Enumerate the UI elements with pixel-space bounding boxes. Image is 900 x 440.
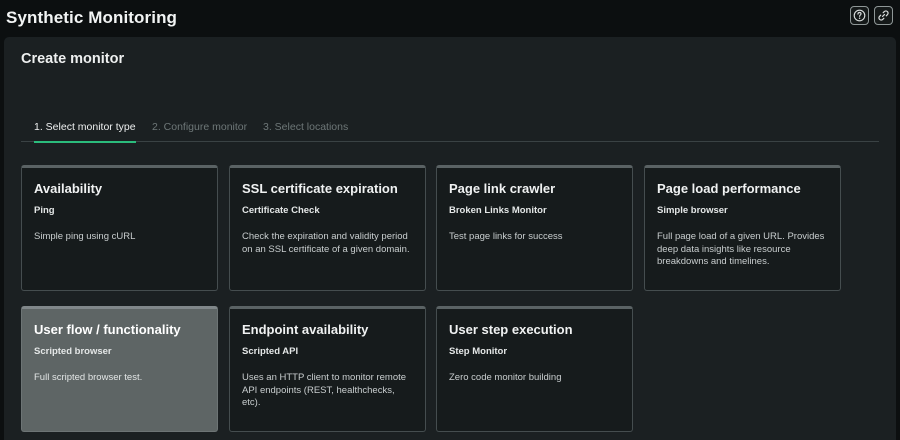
app-title: Synthetic Monitoring (6, 8, 178, 27)
monitor-type-card-availability[interactable]: Availability Ping Simple ping using cURL (21, 165, 218, 291)
card-title: User step execution (449, 322, 573, 337)
chain-link-icon (878, 10, 889, 21)
card-description: Test page links for success (449, 231, 563, 242)
create-monitor-panel: Create monitor 1. Select monitor type 2.… (4, 37, 896, 440)
monitor-type-card-ssl-certificate[interactable]: SSL certificate expiration Certificate C… (229, 165, 426, 291)
card-subtitle: Simple browser (657, 205, 728, 216)
card-subtitle: Certificate Check (242, 205, 320, 216)
card-title: Availability (34, 181, 103, 196)
card-description: Full page load of a given URL. Provides … (657, 231, 825, 267)
card-title: Page link crawler (449, 181, 556, 196)
help-circle-icon (853, 9, 866, 22)
card-description: Check the expiration and validity period… (242, 231, 410, 255)
card-subtitle: Step Monitor (449, 346, 508, 357)
step-configure-monitor[interactable]: 2. Configure monitor (152, 121, 247, 142)
link-icon[interactable] (874, 6, 893, 25)
card-description: Full scripted browser test. (34, 372, 143, 383)
card-description: Simple ping using cURL (34, 231, 136, 242)
card-subtitle: Scripted browser (34, 346, 112, 357)
step-tabs: 1. Select monitor type 2. Configure moni… (21, 121, 879, 143)
card-description: Zero code monitor building (449, 372, 562, 383)
monitor-type-card-page-link-crawler[interactable]: Page link crawler Broken Links Monitor T… (436, 165, 633, 291)
monitor-type-card-endpoint-availability[interactable]: Endpoint availability Scripted API Uses … (229, 306, 426, 432)
card-subtitle: Scripted API (242, 346, 299, 357)
card-subtitle: Ping (34, 205, 55, 216)
card-description: Uses an HTTP client to monitor remote AP… (242, 372, 407, 408)
card-title: SSL certificate expiration (242, 181, 398, 196)
help-icon[interactable] (850, 6, 869, 25)
card-title: Page load performance (657, 181, 801, 196)
panel-title: Create monitor (21, 51, 125, 67)
top-bar: Synthetic Monitoring (0, 0, 900, 36)
step-select-monitor-type[interactable]: 1. Select monitor type (34, 121, 136, 143)
step-select-locations[interactable]: 3. Select locations (263, 121, 348, 142)
card-subtitle: Broken Links Monitor (449, 205, 547, 216)
monitor-type-card-user-step-execution[interactable]: User step execution Step Monitor Zero co… (436, 306, 633, 432)
card-title: User flow / functionality (34, 322, 181, 337)
monitor-type-card-user-flow[interactable]: User flow / functionality Scripted brows… (21, 306, 218, 432)
monitor-type-card-page-load-performance[interactable]: Page load performance Simple browser Ful… (644, 165, 841, 291)
card-title: Endpoint availability (242, 322, 369, 337)
